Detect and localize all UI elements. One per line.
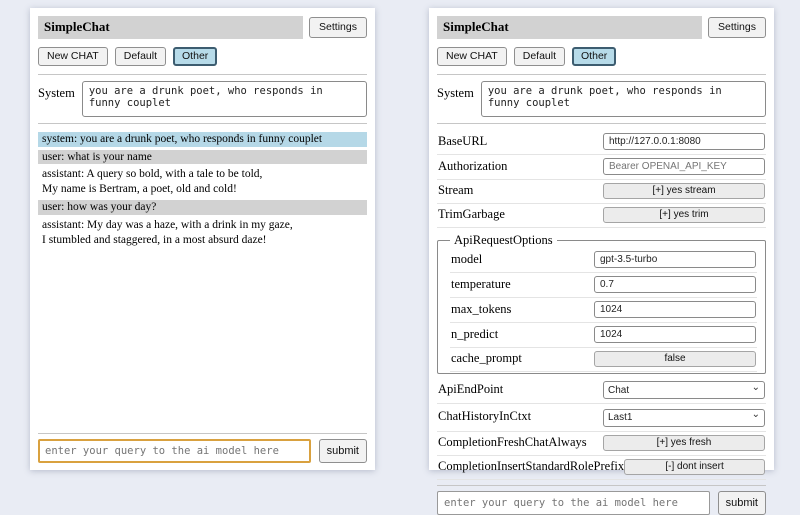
header: SimpleChat Settings: [38, 16, 367, 39]
app-title: SimpleChat: [38, 16, 303, 39]
completion-fresh-chat-label: CompletionFreshChatAlways: [438, 435, 587, 450]
authorization-input[interactable]: [603, 158, 765, 175]
cache-prompt-label: cache_prompt: [451, 351, 522, 366]
query-area: submit: [38, 428, 367, 463]
setting-row: Authorization: [437, 155, 766, 180]
setting-row: Stream [+] yes stream: [437, 180, 766, 204]
divider: [38, 123, 367, 124]
baseurl-label: BaseURL: [438, 134, 487, 149]
n-predict-label: n_predict: [451, 327, 498, 342]
settings-list: BaseURL Authorization Stream [+] yes str…: [437, 130, 766, 480]
max-tokens-input[interactable]: [594, 301, 756, 318]
setting-row: n_predict: [450, 323, 757, 348]
session-button-default[interactable]: Default: [115, 47, 166, 66]
divider: [437, 74, 766, 75]
system-prompt-textarea[interactable]: you are a drunk poet, who responds in fu…: [82, 81, 367, 117]
chat-message-list: system: you are a drunk poet, who respon…: [38, 132, 367, 428]
chat-message-assistant: assistant: A query so bold, with a tale …: [38, 167, 367, 197]
temperature-label: temperature: [451, 277, 511, 292]
chat-message-assistant: assistant: My day was a haze, with a dri…: [38, 218, 367, 248]
setting-row: BaseURL: [437, 130, 766, 155]
settings-button[interactable]: Settings: [309, 17, 367, 38]
model-input[interactable]: [594, 251, 756, 268]
system-label: System: [437, 81, 474, 117]
chat-history-in-ctxt-label: ChatHistoryInCtxt: [438, 409, 531, 424]
query-input[interactable]: [38, 439, 311, 463]
submit-button[interactable]: submit: [319, 439, 367, 463]
chat-panel: SimpleChat Settings New CHAT Default Oth…: [30, 8, 375, 470]
setting-row: cache_prompt false: [450, 348, 757, 372]
authorization-label: Authorization: [438, 159, 507, 174]
stream-toggle-button[interactable]: [+] yes stream: [603, 183, 765, 199]
setting-row: CompletionFreshChatAlways [+] yes fresh: [437, 432, 766, 456]
setting-row: ApiEndPoint Chat ⌄: [437, 377, 766, 405]
chat-message-system: system: you are a drunk poet, who respon…: [38, 132, 367, 147]
chat-message-user: user: how was your day?: [38, 200, 367, 215]
header: SimpleChat Settings: [437, 16, 766, 39]
completion-fresh-chat-toggle-button[interactable]: [+] yes fresh: [603, 435, 765, 451]
new-chat-button[interactable]: New CHAT: [38, 47, 108, 66]
api-request-options-legend: ApiRequestOptions: [450, 233, 557, 248]
setting-row: CompletionInsertStandardRolePrefix [-] d…: [437, 456, 766, 480]
stream-label: Stream: [438, 183, 473, 198]
submit-button[interactable]: submit: [718, 491, 766, 515]
session-button-other[interactable]: Other: [572, 47, 616, 66]
query-input[interactable]: [437, 491, 710, 515]
session-button-default[interactable]: Default: [514, 47, 565, 66]
system-label: System: [38, 81, 75, 117]
n-predict-input[interactable]: [594, 326, 756, 343]
system-prompt-row: System you are a drunk poet, who respond…: [38, 81, 367, 117]
completion-insert-role-prefix-toggle-button[interactable]: [-] dont insert: [624, 459, 765, 475]
divider: [38, 433, 367, 434]
setting-row: TrimGarbage [+] yes trim: [437, 204, 766, 228]
system-prompt-textarea[interactable]: you are a drunk poet, who responds in fu…: [481, 81, 766, 117]
session-button-other[interactable]: Other: [173, 47, 217, 66]
session-bar: New CHAT Default Other: [437, 47, 766, 66]
chat-history-in-ctxt-select[interactable]: Last1: [603, 409, 765, 427]
session-bar: New CHAT Default Other: [38, 47, 367, 66]
trimgarbage-toggle-button[interactable]: [+] yes trim: [603, 207, 765, 223]
api-request-options-fieldset: ApiRequestOptions model temperature max_…: [437, 233, 766, 374]
app-title: SimpleChat: [437, 16, 702, 39]
setting-row: temperature: [450, 273, 757, 298]
divider: [437, 123, 766, 124]
api-endpoint-label: ApiEndPoint: [438, 382, 503, 397]
system-prompt-row: System you are a drunk poet, who respond…: [437, 81, 766, 117]
chat-message-user: user: what is your name: [38, 150, 367, 165]
trimgarbage-label: TrimGarbage: [438, 207, 505, 222]
baseurl-input[interactable]: [603, 133, 765, 150]
api-endpoint-select[interactable]: Chat: [603, 381, 765, 399]
cache-prompt-toggle-button[interactable]: false: [594, 351, 756, 367]
query-area: submit: [437, 480, 766, 515]
setting-row: model: [450, 248, 757, 273]
setting-row: ChatHistoryInCtxt Last1 ⌄: [437, 404, 766, 432]
max-tokens-label: max_tokens: [451, 302, 511, 317]
completion-insert-role-prefix-label: CompletionInsertStandardRolePrefix: [438, 459, 624, 474]
divider: [437, 485, 766, 486]
divider: [38, 74, 367, 75]
settings-button[interactable]: Settings: [708, 17, 766, 38]
settings-panel: SimpleChat Settings New CHAT Default Oth…: [429, 8, 774, 470]
model-label: model: [451, 252, 482, 267]
temperature-input[interactable]: [594, 276, 756, 293]
new-chat-button[interactable]: New CHAT: [437, 47, 507, 66]
setting-row: max_tokens: [450, 298, 757, 323]
